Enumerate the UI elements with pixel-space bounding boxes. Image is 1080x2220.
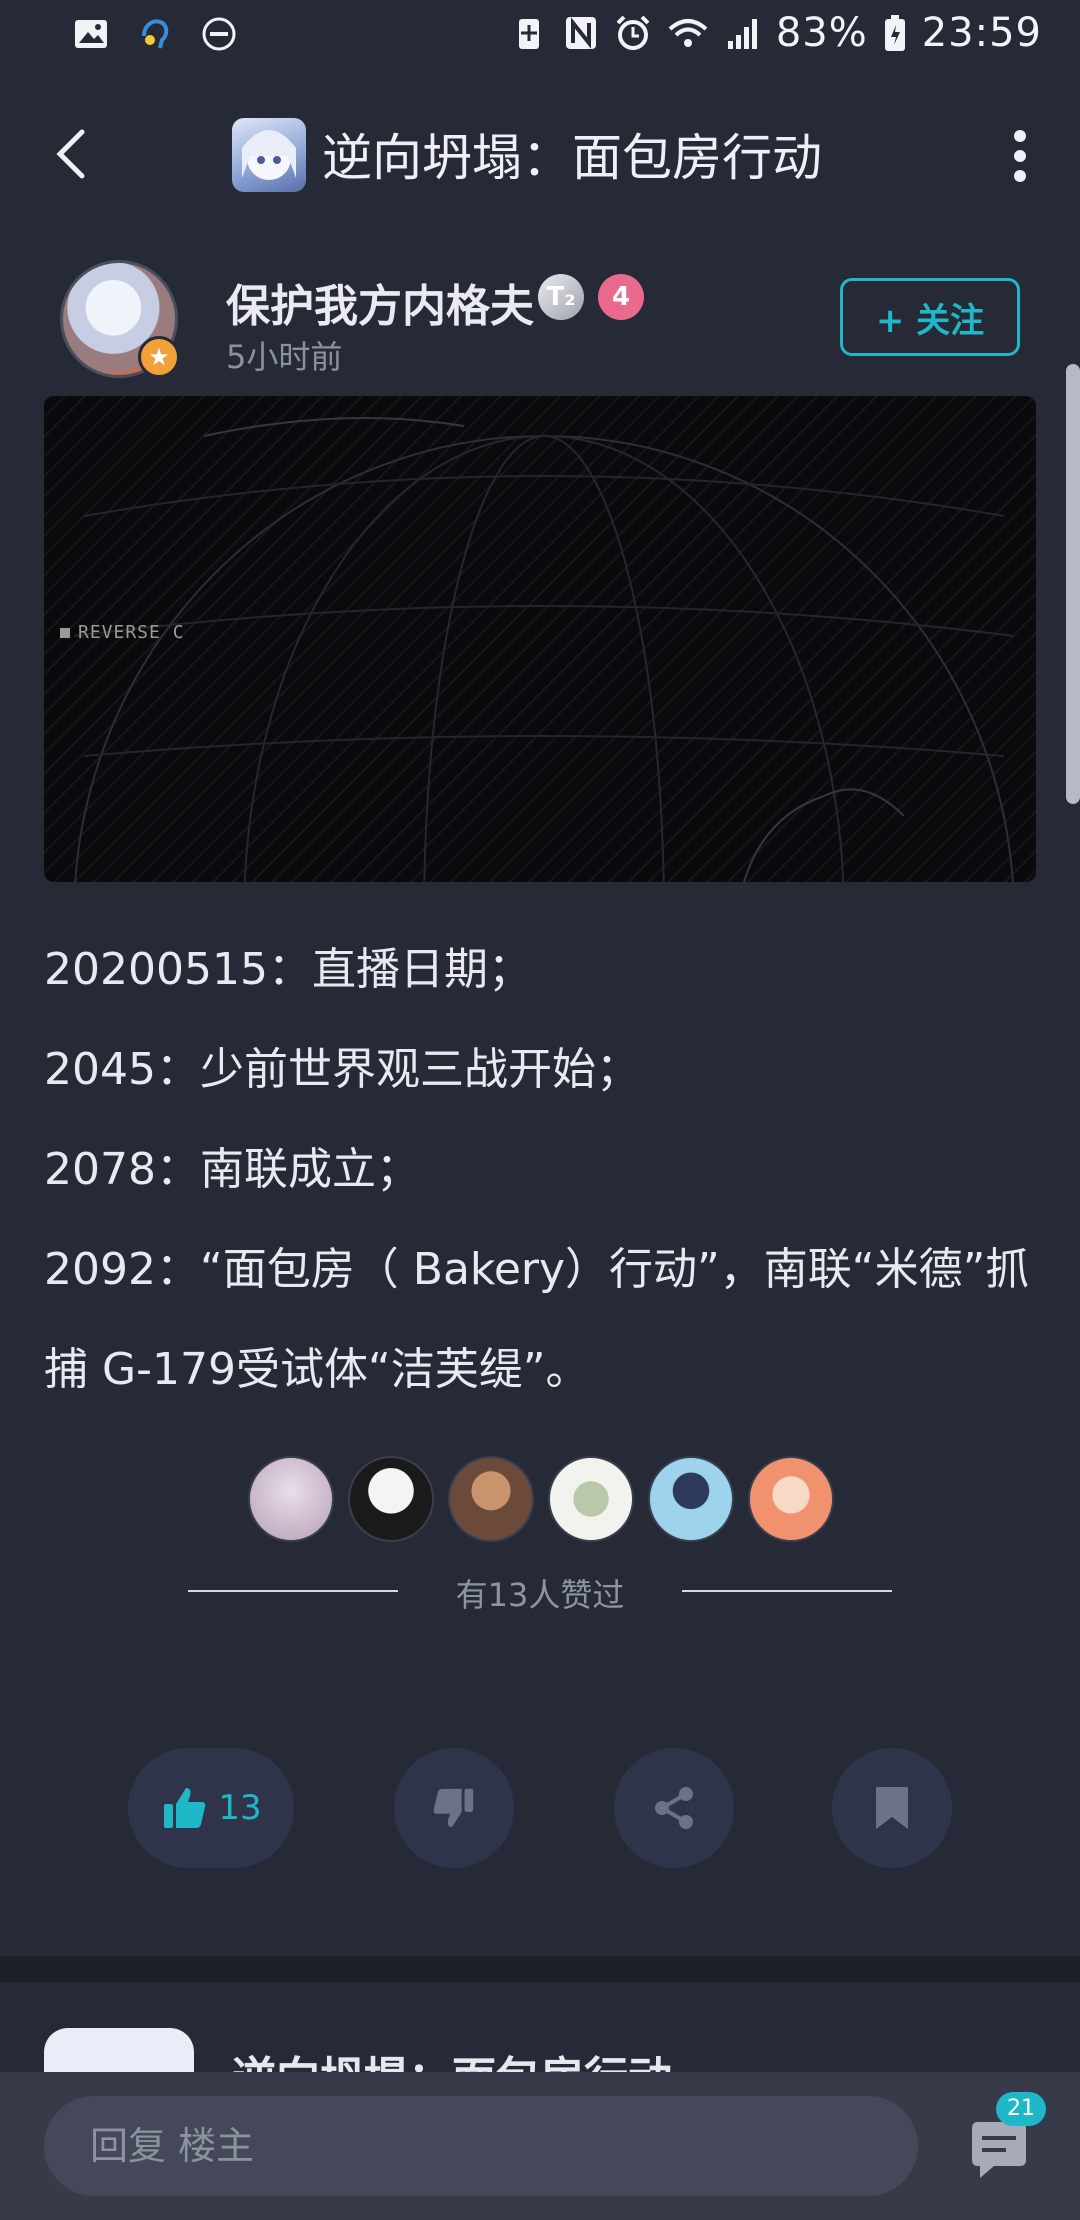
more-options-icon[interactable]	[1000, 126, 1040, 186]
like-button[interactable]: 13	[128, 1748, 294, 1868]
content-line: 2045：少前世界观三战开始；	[44, 1044, 640, 1095]
battery-saver-icon	[518, 19, 539, 49]
thumbs-down-icon	[433, 1788, 474, 1828]
like-count: 13	[218, 1788, 262, 1828]
nfc-icon	[565, 17, 596, 49]
page-title: 逆向坍塌：面包房行动	[322, 129, 822, 187]
level-badge: 4	[598, 274, 644, 320]
clock: 23:59	[921, 10, 1042, 56]
likers-avatars[interactable]	[248, 1456, 834, 1542]
bookmark-button[interactable]	[832, 1748, 952, 1868]
reply-bar: 回复 楼主 21	[0, 2072, 1080, 2220]
post-content: 20200515：直播日期； 2045：少前世界观三战开始； 2078：南联成立…	[44, 920, 1044, 1420]
media-overlay-text: REVERSE C	[60, 622, 185, 643]
content-line: 2078：南联成立；	[44, 1144, 420, 1195]
liker-avatar[interactable]	[648, 1456, 734, 1542]
dislike-button[interactable]	[394, 1748, 514, 1868]
post-card: ★ 保护我方内格夫 T₂ 4 5小时前 + 关注 REVERSE C 20200…	[0, 240, 1080, 1956]
star-badge-icon: ★	[138, 336, 180, 378]
content-line: 2092：“面包房（ Bakery）行动”，南联“米德”抓	[44, 1244, 1030, 1295]
author-name[interactable]: 保护我方内格夫	[226, 270, 534, 334]
content-line: 20200515：直播日期；	[44, 944, 532, 995]
section-separator	[0, 1956, 1080, 1982]
back-icon[interactable]	[44, 124, 104, 184]
liker-avatar[interactable]	[448, 1456, 534, 1542]
battery-percentage: 83%	[775, 10, 868, 56]
image-icon	[75, 20, 107, 48]
post-time: 5小时前	[226, 338, 343, 376]
liker-avatar[interactable]	[248, 1456, 334, 1542]
reply-input[interactable]: 回复 楼主	[44, 2096, 918, 2196]
liker-avatar[interactable]	[348, 1456, 434, 1542]
next-post-preview[interactable]: 逆向坍塌：面包房行动	[0, 1982, 1080, 2072]
share-icon	[655, 1787, 693, 1829]
content-line: 捕 G-179受试体“洁芙缇”。	[44, 1344, 590, 1395]
signal-icon	[727, 19, 757, 49]
next-post-title: 逆向坍塌：面包房行动	[232, 2042, 672, 2072]
liker-avatar[interactable]	[548, 1456, 634, 1542]
scrollbar[interactable]	[1066, 364, 1080, 804]
follow-button[interactable]: + 关注	[840, 278, 1020, 356]
title-badge: T₂	[538, 274, 584, 320]
divider	[188, 1590, 398, 1592]
comments-icon[interactable]	[964, 2116, 1034, 2186]
title-bar: 逆向坍塌：面包房行动	[0, 72, 1080, 240]
alarm-icon	[616, 15, 650, 50]
wifi-icon	[668, 19, 708, 47]
assistant-icon	[142, 19, 169, 49]
likes-summary[interactable]: 有13人赞过	[398, 1570, 682, 1616]
topic-avatar	[232, 118, 306, 192]
battery-icon	[884, 15, 905, 51]
bookmark-icon	[876, 1787, 908, 1829]
globe-grid-graphic	[44, 396, 1036, 882]
liker-avatar[interactable]	[748, 1456, 834, 1542]
next-post-thumbnail	[44, 2028, 194, 2072]
do-not-disturb-icon	[202, 17, 236, 51]
share-button[interactable]	[614, 1748, 734, 1868]
thumbs-up-icon	[164, 1788, 206, 1828]
comment-count-badge: 21	[996, 2092, 1046, 2126]
video-thumbnail[interactable]: REVERSE C	[44, 396, 1036, 882]
divider	[682, 1590, 892, 1592]
status-bar: 83% 23:59	[0, 0, 1080, 72]
